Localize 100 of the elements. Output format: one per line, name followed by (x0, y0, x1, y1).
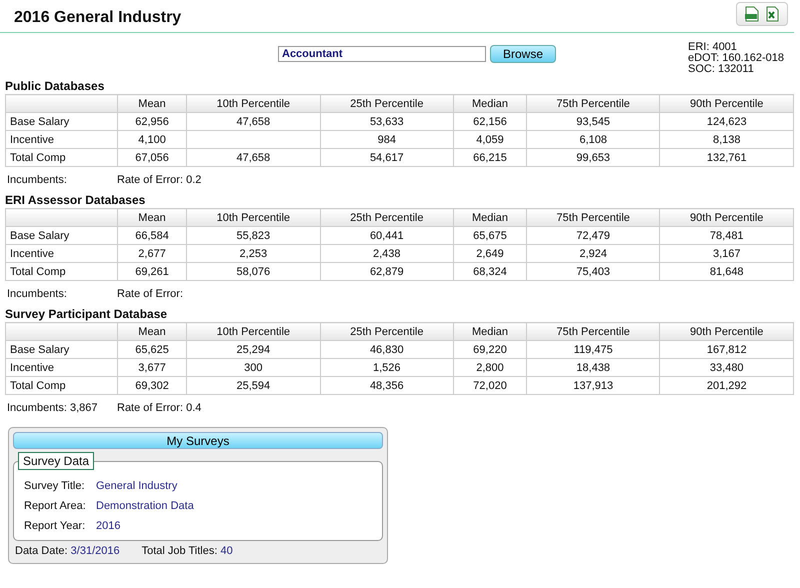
table-cell: 119,475 (526, 340, 660, 358)
field-value: 40 (220, 545, 233, 557)
table-cell: 93,545 (526, 112, 660, 130)
table-cell: 201,292 (660, 376, 794, 394)
table-cell: 62,879 (320, 262, 454, 280)
row-label: Total Comp (6, 376, 118, 394)
footer-text: Rate of Error: (117, 288, 184, 300)
table-cell: 137,913 (526, 376, 660, 394)
page-title: 2016 General Industry (14, 9, 182, 27)
row-label: Incentive (6, 358, 118, 376)
table-cell: 18,438 (526, 358, 660, 376)
field-label: Data Date: (15, 545, 68, 557)
table-cell: 81,648 (660, 262, 794, 280)
table-cell: 47,658 (186, 148, 320, 166)
surveys-header[interactable]: My Surveys (13, 432, 383, 449)
table-cell: 33,480 (660, 358, 794, 376)
table-cell: 55,823 (186, 226, 320, 244)
browse-button[interactable]: Browse (490, 45, 556, 63)
column-header: 10th Percentile (186, 322, 320, 340)
code-label: SOC: 132011 (688, 64, 755, 75)
field-value: Demonstration Data (96, 500, 194, 512)
row-label: Incentive (6, 244, 118, 262)
table-cell: 1,526 (320, 358, 454, 376)
pdf-icon[interactable] (745, 6, 759, 22)
table-cell: 66,215 (454, 148, 527, 166)
field-label: Report Area: (24, 500, 87, 512)
table-cell: 62,956 (118, 112, 187, 130)
column-header: Mean (118, 322, 187, 340)
table-cell: 2,438 (320, 244, 454, 262)
row-label: Total Comp (6, 148, 118, 166)
section-title: Public Databases (5, 79, 104, 94)
table-cell: 47,658 (186, 112, 320, 130)
column-header: 90th Percentile (660, 94, 794, 112)
table-cell: 72,020 (454, 376, 527, 394)
table-cell: 60,441 (320, 226, 454, 244)
field-label: Total Job Titles: (142, 545, 218, 557)
spreadsheet-icon[interactable] (765, 6, 779, 22)
column-header: Median (454, 94, 527, 112)
table-cell: 53,633 (320, 112, 454, 130)
row-label: Incentive (6, 130, 118, 148)
table-cell: 62,156 (454, 112, 527, 130)
row-label: Base Salary (6, 112, 118, 130)
column-header: 25th Percentile (320, 208, 454, 226)
table-cell: 25,594 (186, 376, 320, 394)
table-cell: 68,324 (454, 262, 527, 280)
column-header: 90th Percentile (660, 322, 794, 340)
table-cell: 3,167 (660, 244, 794, 262)
section-title: Survey Participant Database (5, 307, 168, 322)
table-cell: 69,220 (454, 340, 527, 358)
code-label: eDOT: 160.162-018 (688, 53, 786, 64)
field-label: Report Year: (24, 520, 86, 532)
table-cell: 124,623 (660, 112, 794, 130)
table-cell: 984 (320, 130, 454, 148)
footer-text: Incumbents: (7, 288, 68, 300)
table-cell: 69,302 (118, 376, 187, 394)
column-header: 10th Percentile (186, 94, 320, 112)
table-cell: 78,481 (660, 226, 794, 244)
column-header: 10th Percentile (186, 208, 320, 226)
table-cell: 300 (186, 358, 320, 376)
column-header: 75th Percentile (526, 208, 660, 226)
table-cell: 2,649 (454, 244, 527, 262)
table-cell: 4,059 (454, 130, 527, 148)
footer-text: Rate of Error: 0.2 (117, 174, 202, 186)
code-label: ERI: 4001 (688, 42, 738, 53)
table-cell: 46,830 (320, 340, 454, 358)
column-header: 75th Percentile (526, 322, 660, 340)
column-header: 25th Percentile (320, 322, 454, 340)
column-header: 25th Percentile (320, 94, 454, 112)
table-cell: 167,812 (660, 340, 794, 358)
column-header: 75th Percentile (526, 94, 660, 112)
table-cell: 72,479 (526, 226, 660, 244)
table-cell: 75,403 (526, 262, 660, 280)
table-cell: 2,677 (118, 244, 187, 262)
footer-text: Incumbents: 3,867 (7, 402, 99, 414)
table-cell: 25,294 (186, 340, 320, 358)
table-cell: 65,675 (454, 226, 527, 244)
table-cell: 99,653 (526, 148, 660, 166)
field-value: 3/31/2016 (70, 545, 120, 557)
row-label: Total Comp (6, 262, 118, 280)
table-cell: 6,108 (526, 130, 660, 148)
table-cell: 65,625 (118, 340, 187, 358)
column-header: Median (454, 208, 527, 226)
footer-text: Incumbents: (7, 174, 68, 186)
table-cell: 2,800 (454, 358, 527, 376)
footer-text: Rate of Error: 0.4 (117, 402, 202, 414)
field-label: Survey Title: (24, 480, 86, 492)
field-value: 2016 (96, 520, 120, 532)
table-cell: 8,138 (660, 130, 794, 148)
table-cell: 2,924 (526, 244, 660, 262)
section-title: ERI Assessor Databases (5, 193, 146, 208)
row-label: Base Salary (6, 340, 118, 358)
table-cell: 132,761 (660, 148, 794, 166)
table-cell: 3,677 (118, 358, 187, 376)
column-header: Mean (118, 94, 187, 112)
table-cell: 58,076 (186, 262, 320, 280)
column-header: 90th Percentile (660, 208, 794, 226)
table-cell: 2,253 (186, 244, 320, 262)
job-search-field[interactable]: Accountant (278, 46, 486, 62)
table-cell: 69,261 (118, 262, 187, 280)
column-header: Median (454, 322, 527, 340)
